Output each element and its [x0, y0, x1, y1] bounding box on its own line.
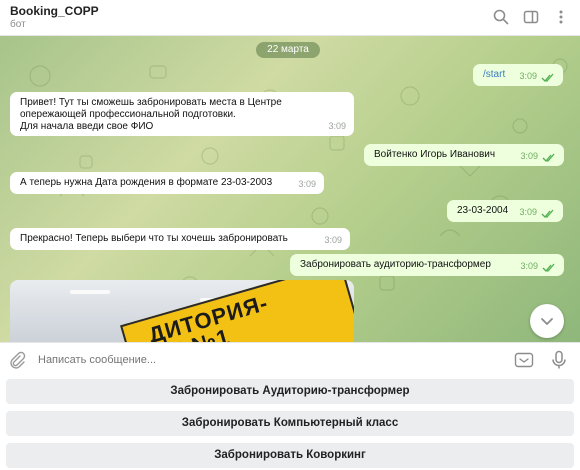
incoming-message[interactable]: Прекрасно! Теперь выбери что ты хочешь з…: [10, 228, 350, 250]
more-icon[interactable]: [552, 8, 570, 26]
outgoing-message[interactable]: Войтенко Игорь Иванович 3:09: [364, 144, 564, 166]
book-transformer-room-button[interactable]: Забронировать Аудиторию-трансформер: [6, 379, 574, 404]
bot-reply-keyboard: Забронировать Аудиторию-трансформер Забр…: [0, 376, 580, 470]
message-composer: [0, 342, 580, 376]
message-time: 3:09: [298, 179, 316, 189]
message-time: 3:09: [520, 151, 538, 161]
paperclip-icon[interactable]: [8, 351, 26, 369]
message-time: 3:09: [324, 235, 342, 245]
photo-message[interactable]: ДИТОРИЯ- КЯ №1: [10, 280, 354, 342]
message-text: Забронировать аудиторию-трансформер: [300, 259, 491, 270]
chat-history[interactable]: 22 марта /start 3:09 Привет! Тут ты смож…: [0, 36, 580, 342]
message-text: Прекрасно! Теперь выбери что ты хочешь з…: [20, 233, 288, 244]
chevron-down-icon: [541, 318, 553, 325]
chat-header: Booking_COPP бот: [0, 0, 580, 36]
message-time: 3:09: [520, 261, 538, 271]
book-coworking-button[interactable]: Забронировать Коворкинг: [6, 443, 574, 468]
scroll-down-button[interactable]: [530, 304, 564, 338]
outgoing-message[interactable]: Забронировать аудиторию-трансформер 3:09: [290, 254, 564, 276]
outgoing-message[interactable]: 23-03-2004 3:09: [447, 200, 563, 222]
message-text: 23-03-2004: [457, 205, 509, 216]
message-time: 3:09: [519, 207, 537, 217]
double-check-icon: [542, 153, 556, 163]
incoming-message[interactable]: А теперь нужна Дата рождения в формате 2…: [10, 172, 324, 194]
search-icon[interactable]: [492, 8, 510, 26]
message-text: А теперь нужна Дата рождения в формате 2…: [20, 177, 273, 188]
chat-title[interactable]: Booking_COPP: [10, 4, 99, 18]
double-check-icon: [542, 263, 556, 273]
message-text[interactable]: /start: [483, 69, 505, 81]
bot-keyboard-icon[interactable]: [514, 351, 534, 369]
ceiling-light: [70, 290, 110, 294]
sidebar-icon[interactable]: [522, 8, 540, 26]
message-text: Войтенко Игорь Иванович: [374, 149, 496, 160]
outgoing-message[interactable]: /start 3:09: [473, 64, 563, 86]
microphone-icon[interactable]: [550, 350, 568, 370]
message-text: Привет! Тут ты сможешь забронировать мес…: [20, 97, 282, 132]
message-time: 3:09: [328, 121, 346, 131]
chat-subtitle: бот: [10, 19, 26, 30]
double-check-icon: [541, 73, 555, 83]
double-check-icon: [541, 209, 555, 219]
message-input[interactable]: [38, 352, 498, 368]
incoming-message[interactable]: Привет! Тут ты сможешь забронировать мес…: [10, 92, 354, 136]
message-time: 3:09: [519, 71, 537, 81]
book-computer-class-button[interactable]: Забронировать Компьютерный класс: [6, 411, 574, 436]
date-separator: 22 марта: [256, 42, 320, 58]
